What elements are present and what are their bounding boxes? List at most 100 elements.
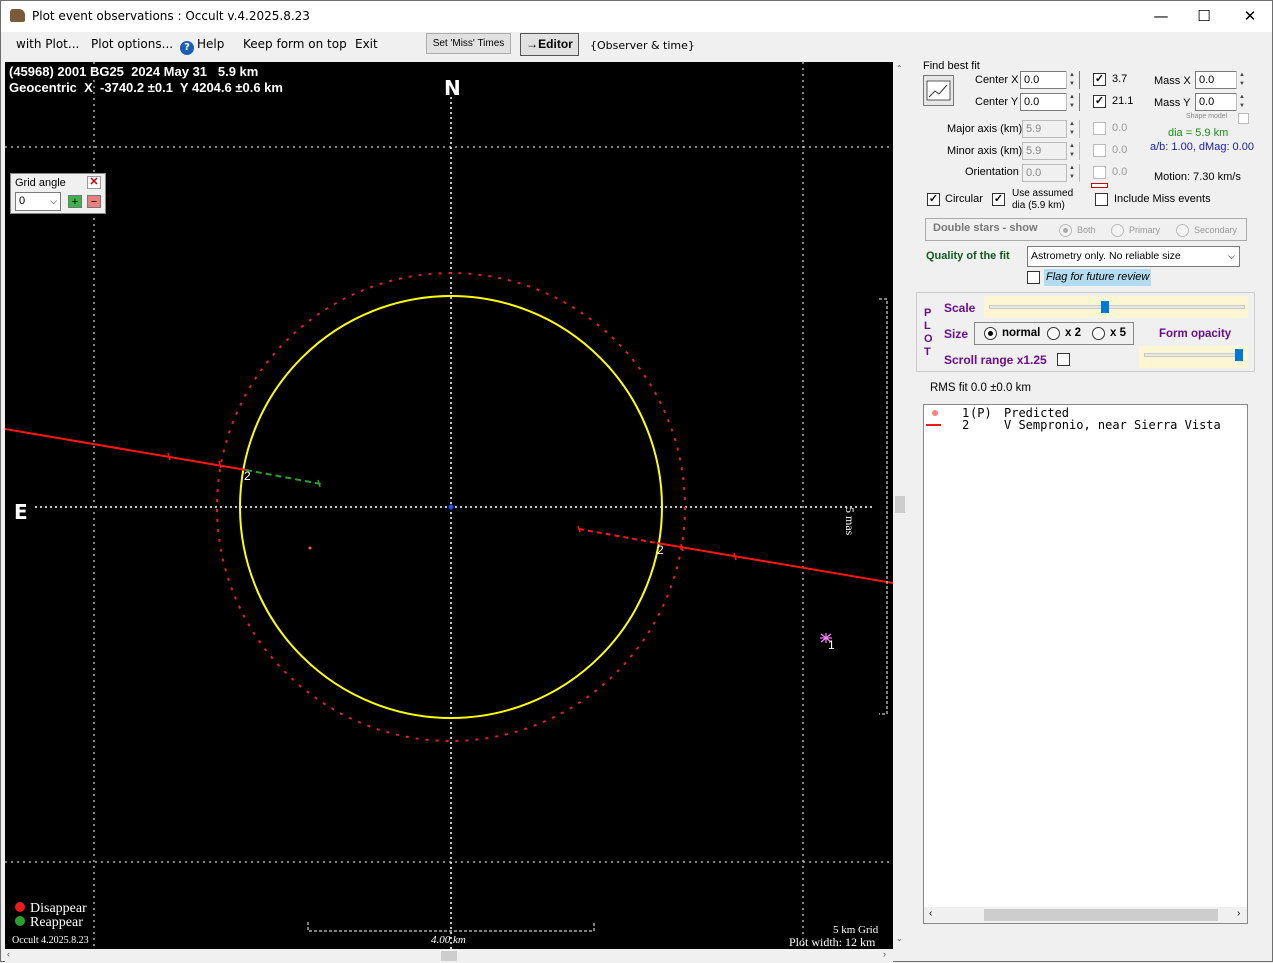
- center-x-spinner[interactable]: [1066, 71, 1079, 89]
- grid-angle-close-icon[interactable]: ✕: [87, 176, 101, 189]
- quality-label: Quality of the fit: [926, 250, 1010, 262]
- size-label: Size: [944, 327, 969, 341]
- list-item-name: V Sempronio, near Sierra Vista: [1004, 418, 1221, 432]
- circular-checkbox[interactable]: ✓: [927, 193, 940, 206]
- chord-tick: [167, 452, 171, 461]
- scroll-right-icon[interactable]: ›: [883, 949, 886, 959]
- line-style-swatch: [1091, 183, 1108, 188]
- chevron-down-icon: ⌵: [1228, 251, 1235, 261]
- size-x2-label: x 2: [1065, 327, 1081, 339]
- grid-angle-select[interactable]: 0 ⌵: [15, 192, 61, 211]
- mass-y-spinner[interactable]: [1236, 93, 1249, 111]
- mass-y-input[interactable]: 0.0: [1195, 93, 1239, 111]
- plot-letter-t: T: [924, 346, 931, 358]
- scale-slider[interactable]: [989, 305, 1245, 309]
- opacity-slider[interactable]: [1144, 353, 1243, 357]
- menu-help[interactable]: ? Help: [180, 37, 224, 55]
- minor-axis-checkbox[interactable]: [1093, 144, 1106, 157]
- maximize-button[interactable]: ☐: [1181, 1, 1227, 31]
- scale-slider-thumb[interactable]: [1100, 301, 1109, 313]
- menu-bar: with Plot... Plot options... ? Help Keep …: [1, 32, 1272, 58]
- find-best-fit-button[interactable]: [923, 75, 954, 106]
- size-x2-radio[interactable]: [1047, 327, 1060, 340]
- circular-label: Circular: [945, 193, 983, 205]
- set-miss-times-button[interactable]: Set 'Miss' Times: [426, 33, 511, 54]
- plot-settings-panel: P L O T Scale Size normal x 2 x 5 Form o…: [916, 292, 1255, 372]
- list-item-num: 2: [962, 418, 970, 432]
- close-button[interactable]: ✕: [1227, 1, 1273, 31]
- scroll-range-label: Scroll range x1.25: [944, 353, 1047, 367]
- both-radio[interactable]: [1059, 224, 1072, 237]
- menu-exit[interactable]: Exit: [355, 37, 378, 51]
- ab-dmag-label: a/b: 1.00, dMag: 0.00: [1150, 141, 1254, 153]
- orientation-check-value: 0.0: [1112, 166, 1128, 178]
- orientation-spinner[interactable]: [1066, 164, 1079, 182]
- list-scroll-right-icon[interactable]: ›: [1237, 908, 1240, 919]
- opacity-slider-thumb[interactable]: [1235, 349, 1243, 361]
- scroll-thumb[interactable]: [895, 496, 905, 513]
- plot-horizontal-scrollbar[interactable]: ‹ ›: [5, 949, 893, 963]
- chevron-down-icon: ⌵: [50, 196, 57, 206]
- mass-x-spinner[interactable]: [1236, 71, 1249, 89]
- chord-2-left-solid: [5, 428, 247, 471]
- size-x5-radio[interactable]: [1092, 327, 1105, 340]
- menu-help-label: Help: [197, 37, 225, 51]
- scale-mas-label: 5 mas: [843, 507, 857, 536]
- scale-label: Scale: [944, 301, 976, 315]
- grid-angle-value: 0: [19, 195, 26, 207]
- chord-2-right-solid: [656, 542, 893, 584]
- list-scroll-left-icon[interactable]: ‹: [929, 908, 932, 919]
- scroll-range-checkbox[interactable]: [1057, 353, 1070, 366]
- plot-vertical-scrollbar[interactable]: ⌃ ⌄: [893, 62, 907, 949]
- minimize-button[interactable]: —: [1138, 1, 1184, 31]
- orientation-checkbox[interactable]: [1093, 166, 1106, 179]
- chord-label-2-left: 2: [244, 469, 251, 483]
- primary-label: Primary: [1129, 225, 1160, 235]
- major-axis-check-value: 0.0: [1112, 122, 1128, 134]
- plot-area[interactable]: (45968) 2001 BG25 2024 May 31 5.9 km Geo…: [5, 62, 893, 949]
- center-x-checkbox[interactable]: ✓: [1093, 73, 1106, 86]
- menu-keep-on-top[interactable]: Keep form on top: [243, 37, 347, 51]
- plot-letter-o: O: [924, 333, 933, 345]
- center-marker: [448, 504, 454, 510]
- major-axis-spinner[interactable]: [1066, 120, 1079, 138]
- center-x-check-value: 3.7: [1112, 73, 1128, 85]
- secondary-radio[interactable]: [1176, 224, 1189, 237]
- east-label: E: [14, 500, 28, 524]
- minor-axis-spinner[interactable]: [1066, 142, 1079, 160]
- menu-plot-options[interactable]: Plot options...: [91, 37, 173, 51]
- center-y-spinner[interactable]: [1066, 93, 1079, 111]
- shape-model-checkbox[interactable]: [1238, 113, 1249, 124]
- primary-radio[interactable]: [1111, 224, 1124, 237]
- mass-x-input[interactable]: 0.0: [1195, 71, 1239, 89]
- both-label: Both: [1077, 225, 1096, 235]
- menu-with-plot[interactable]: with Plot...: [16, 37, 79, 51]
- legend-reappear-label: Reappear: [30, 915, 83, 930]
- small-marker: [308, 546, 312, 550]
- observer-list[interactable]: 1 (P) Predicted 2 V Sempronio, near Sier…: [923, 404, 1248, 924]
- title-bar: Plot event observations : Occult v.4.202…: [1, 1, 1272, 32]
- center-y-checkbox[interactable]: ✓: [1093, 95, 1106, 108]
- help-icon: ?: [180, 41, 194, 55]
- grid-angle-label: Grid angle: [15, 177, 66, 189]
- list-horizontal-scrollbar[interactable]: ‹ ›: [924, 907, 1247, 923]
- editor-button[interactable]: →Editor: [520, 33, 579, 56]
- grid-angle-plus-button[interactable]: +: [68, 195, 82, 208]
- chord-tick: [218, 460, 222, 469]
- include-miss-checkbox[interactable]: [1095, 193, 1108, 206]
- size-normal-radio[interactable]: [984, 327, 997, 340]
- major-axis-checkbox[interactable]: [1093, 122, 1106, 135]
- quality-select[interactable]: Astrometry only. No reliable size ⌵: [1027, 246, 1240, 267]
- chord-tick: [733, 552, 737, 561]
- scroll-down-icon[interactable]: ⌄: [896, 934, 903, 943]
- plot-header-line1: (45968) 2001 BG25 2024 May 31 5.9 km: [9, 64, 259, 79]
- hscroll-thumb[interactable]: [441, 951, 457, 961]
- list-scroll-thumb[interactable]: [984, 909, 1218, 921]
- scroll-left-icon[interactable]: ‹: [7, 949, 10, 959]
- grid-angle-minus-button[interactable]: −: [87, 195, 101, 208]
- flag-review-checkbox[interactable]: [1027, 271, 1040, 284]
- use-assumed-checkbox[interactable]: ✓: [992, 193, 1005, 206]
- chord-2-reappear-dashed: [245, 469, 322, 485]
- scroll-up-icon[interactable]: ⌃: [896, 64, 903, 73]
- plot-letter-p: P: [924, 307, 932, 319]
